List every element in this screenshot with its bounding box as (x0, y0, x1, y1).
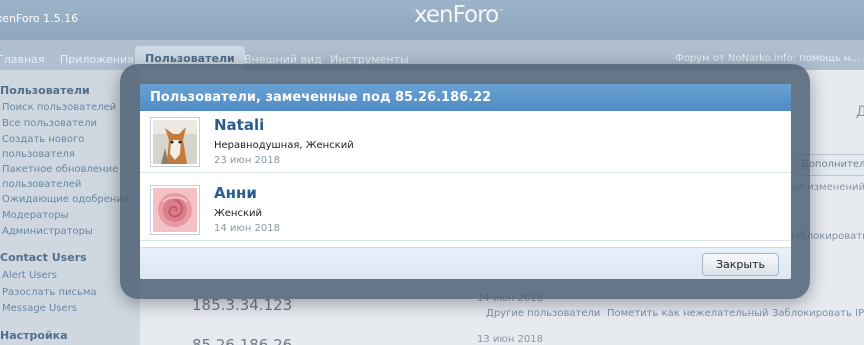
user-title: Женский (214, 208, 262, 219)
user-list-item: Natali Неравнодушная, Женский 23 июн 201… (140, 111, 791, 173)
user-title: Неравнодушная, Женский (214, 140, 354, 151)
dialog-title: Пользователи, замеченные под 85.26.186.2… (140, 84, 791, 111)
fox-avatar-icon[interactable] (150, 117, 200, 167)
user-list-item: Анни Женский 14 июн 2018 (140, 179, 791, 241)
close-button[interactable]: Закрыть (702, 253, 779, 276)
user-name-link[interactable]: Natali (214, 116, 264, 134)
rose-avatar-icon[interactable] (150, 185, 200, 235)
user-name-link[interactable]: Анни (214, 184, 257, 202)
user-date: 23 июн 2018 (214, 155, 280, 166)
user-date: 14 июн 2018 (214, 223, 280, 234)
dialog-footer: Закрыть (140, 247, 791, 279)
shared-ip-users-dialog: Пользователи, замеченные под 85.26.186.2… (140, 84, 791, 279)
